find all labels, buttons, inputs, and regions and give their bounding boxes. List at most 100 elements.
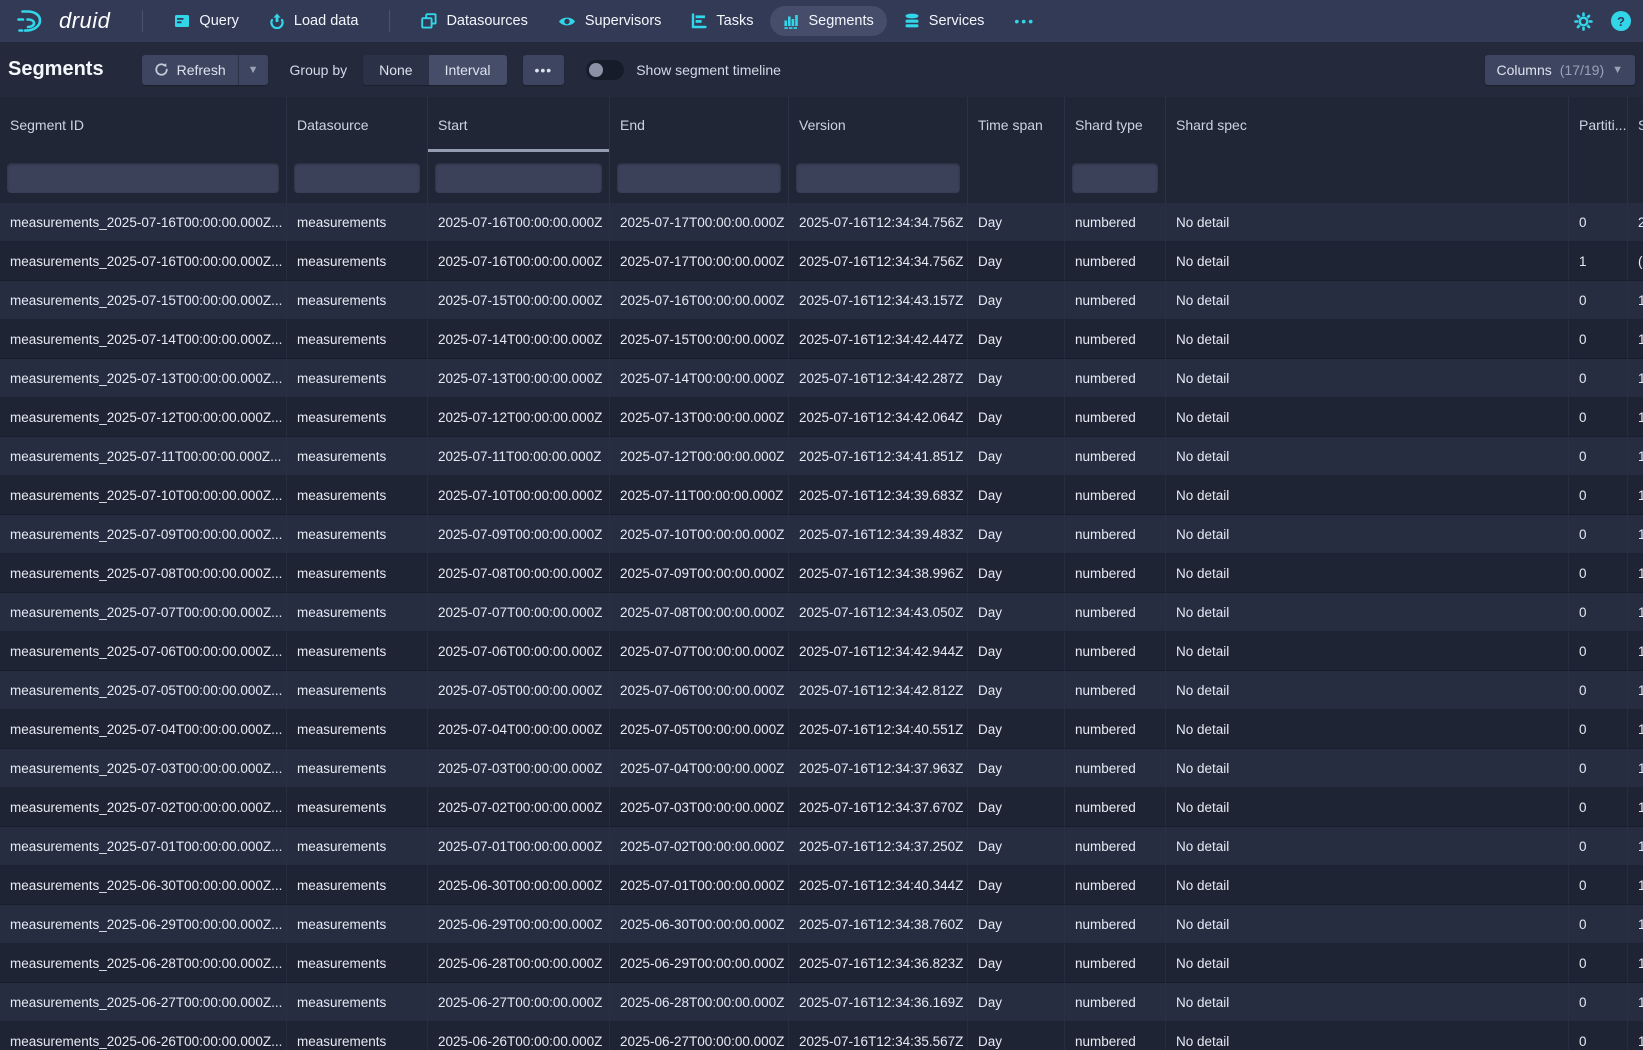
table-row[interactable]: measurements_2025-07-16T00:00:00.000Z...… — [0, 203, 1643, 242]
table-row[interactable]: measurements_2025-06-26T00:00:00.000Z...… — [0, 1022, 1643, 1050]
table-row[interactable]: measurements_2025-07-08T00:00:00.000Z...… — [0, 554, 1643, 593]
console-icon — [174, 13, 190, 29]
cell-start: 2025-07-06T00:00:00.000Z — [428, 632, 610, 671]
cell-start: 2025-07-01T00:00:00.000Z — [428, 827, 610, 866]
cell-time_span: Day — [968, 788, 1065, 827]
cell-version: 2025-07-16T12:34:40.551Z — [789, 710, 968, 749]
cell-partition: 0 — [1569, 320, 1628, 359]
group-by-interval-button[interactable]: Interval — [429, 55, 507, 85]
table-row[interactable]: measurements_2025-07-05T00:00:00.000Z...… — [0, 671, 1643, 710]
cell-shard_type: numbered — [1065, 476, 1166, 515]
more-icon: ••• — [1014, 13, 1035, 29]
column-header-segment_id[interactable]: Segment ID — [0, 97, 287, 152]
table-row[interactable]: measurements_2025-07-01T00:00:00.000Z...… — [0, 827, 1643, 866]
cell-segment_id: measurements_2025-07-05T00:00:00.000Z... — [0, 671, 287, 710]
table-row[interactable]: measurements_2025-07-03T00:00:00.000Z...… — [0, 749, 1643, 788]
table-row[interactable]: measurements_2025-06-30T00:00:00.000Z...… — [0, 866, 1643, 905]
table-row[interactable]: measurements_2025-06-27T00:00:00.000Z...… — [0, 983, 1643, 1022]
cell-time_span: Day — [968, 983, 1065, 1022]
table-row[interactable]: measurements_2025-07-06T00:00:00.000Z...… — [0, 632, 1643, 671]
nav-item-load-data[interactable]: Load data — [256, 6, 372, 36]
cell-start: 2025-07-02T00:00:00.000Z — [428, 788, 610, 827]
cell-size: 1 — [1628, 359, 1643, 398]
table-row[interactable]: measurements_2025-07-02T00:00:00.000Z...… — [0, 788, 1643, 827]
cell-start: 2025-07-08T00:00:00.000Z — [428, 554, 610, 593]
cell-end: 2025-07-01T00:00:00.000Z — [610, 866, 789, 905]
refresh-button[interactable]: Refresh — [142, 55, 238, 85]
column-header-start[interactable]: Start — [428, 97, 610, 152]
columns-button[interactable]: Columns (17/19) ▼ — [1485, 55, 1636, 85]
upload-icon — [269, 13, 285, 29]
table-row[interactable]: measurements_2025-07-10T00:00:00.000Z...… — [0, 476, 1643, 515]
cell-datasource: measurements — [287, 1022, 428, 1050]
table-row[interactable]: measurements_2025-06-29T00:00:00.000Z...… — [0, 905, 1643, 944]
table-row[interactable]: measurements_2025-06-28T00:00:00.000Z...… — [0, 944, 1643, 983]
column-header-datasource[interactable]: Datasource — [287, 97, 428, 152]
filter-input-shard_type[interactable] — [1072, 163, 1158, 193]
table-row[interactable]: measurements_2025-07-15T00:00:00.000Z...… — [0, 281, 1643, 320]
cell-shard_type: numbered — [1065, 242, 1166, 281]
cell-version: 2025-07-16T12:34:38.760Z — [789, 905, 968, 944]
group-by-button-group: None Interval — [363, 55, 506, 85]
refresh-dropdown-button[interactable]: ▼ — [238, 55, 268, 85]
cell-shard_type: numbered — [1065, 866, 1166, 905]
nav-item-datasources[interactable]: Datasources — [408, 6, 540, 36]
cell-version: 2025-07-16T12:34:38.996Z — [789, 554, 968, 593]
cell-shard_type: numbered — [1065, 203, 1166, 242]
cell-segment_id: measurements_2025-07-02T00:00:00.000Z... — [0, 788, 287, 827]
top-navbar: druid Query Load data Dat — [0, 0, 1643, 42]
filter-input-end[interactable] — [617, 163, 781, 193]
cell-version: 2025-07-16T12:34:39.483Z — [789, 515, 968, 554]
nav-item-supervisors[interactable]: Supervisors — [545, 6, 675, 36]
refresh-split-button: Refresh ▼ — [142, 55, 268, 85]
cell-time_span: Day — [968, 242, 1065, 281]
filter-cell-partition — [1569, 152, 1628, 203]
cell-end: 2025-06-28T00:00:00.000Z — [610, 983, 789, 1022]
table-row[interactable]: measurements_2025-07-16T00:00:00.000Z...… — [0, 242, 1643, 281]
filter-input-start[interactable] — [435, 163, 602, 193]
segment-timeline-toggle[interactable] — [586, 60, 624, 80]
nav-more-button[interactable]: ••• — [1001, 6, 1048, 36]
column-header-partition[interactable]: Partiti... — [1569, 97, 1628, 152]
cell-end: 2025-07-06T00:00:00.000Z — [610, 671, 789, 710]
cell-segment_id: measurements_2025-07-01T00:00:00.000Z... — [0, 827, 287, 866]
group-by-none-button[interactable]: None — [363, 55, 428, 85]
table-row[interactable]: measurements_2025-07-12T00:00:00.000Z...… — [0, 398, 1643, 437]
column-header-shard_type[interactable]: Shard type — [1065, 97, 1166, 152]
toolbar-more-button[interactable]: ••• — [523, 55, 565, 85]
cell-shard_type: numbered — [1065, 1022, 1166, 1050]
table-row[interactable]: measurements_2025-07-04T00:00:00.000Z...… — [0, 710, 1643, 749]
column-header-time_span[interactable]: Time span — [968, 97, 1065, 152]
column-header-shard_spec[interactable]: Shard spec — [1166, 97, 1569, 152]
cell-size: 1 — [1628, 398, 1643, 437]
nav-item-segments[interactable]: Segments — [770, 6, 886, 36]
nav-item-label: Segments — [808, 13, 873, 29]
filter-input-version[interactable] — [796, 163, 960, 193]
column-header-size[interactable]: S — [1628, 97, 1643, 152]
cell-segment_id: measurements_2025-07-16T00:00:00.000Z... — [0, 242, 287, 281]
cell-end: 2025-07-02T00:00:00.000Z — [610, 827, 789, 866]
table-row[interactable]: measurements_2025-07-09T00:00:00.000Z...… — [0, 515, 1643, 554]
nav-item-tasks[interactable]: Tasks — [678, 6, 766, 36]
druid-logo[interactable]: druid — [14, 6, 110, 36]
cell-start: 2025-07-14T00:00:00.000Z — [428, 320, 610, 359]
filter-input-datasource[interactable] — [294, 163, 420, 193]
cell-shard_spec: No detail — [1166, 476, 1569, 515]
column-header-end[interactable]: End — [610, 97, 789, 152]
table-row[interactable]: measurements_2025-07-07T00:00:00.000Z...… — [0, 593, 1643, 632]
table-row[interactable]: measurements_2025-07-13T00:00:00.000Z...… — [0, 359, 1643, 398]
table-row[interactable]: measurements_2025-07-14T00:00:00.000Z...… — [0, 320, 1643, 359]
gear-icon[interactable] — [1574, 12, 1593, 31]
cell-start: 2025-07-07T00:00:00.000Z — [428, 593, 610, 632]
table-row[interactable]: measurements_2025-07-11T00:00:00.000Z...… — [0, 437, 1643, 476]
nav-item-services[interactable]: Services — [891, 6, 998, 36]
cell-start: 2025-07-10T00:00:00.000Z — [428, 476, 610, 515]
cell-time_span: Day — [968, 476, 1065, 515]
cell-datasource: measurements — [287, 749, 428, 788]
cell-segment_id: measurements_2025-06-30T00:00:00.000Z... — [0, 866, 287, 905]
filter-input-segment_id[interactable] — [7, 163, 279, 193]
cell-size: 1 — [1628, 593, 1643, 632]
column-header-version[interactable]: Version — [789, 97, 968, 152]
help-icon[interactable]: ? — [1611, 11, 1631, 31]
nav-item-query[interactable]: Query — [161, 6, 252, 36]
